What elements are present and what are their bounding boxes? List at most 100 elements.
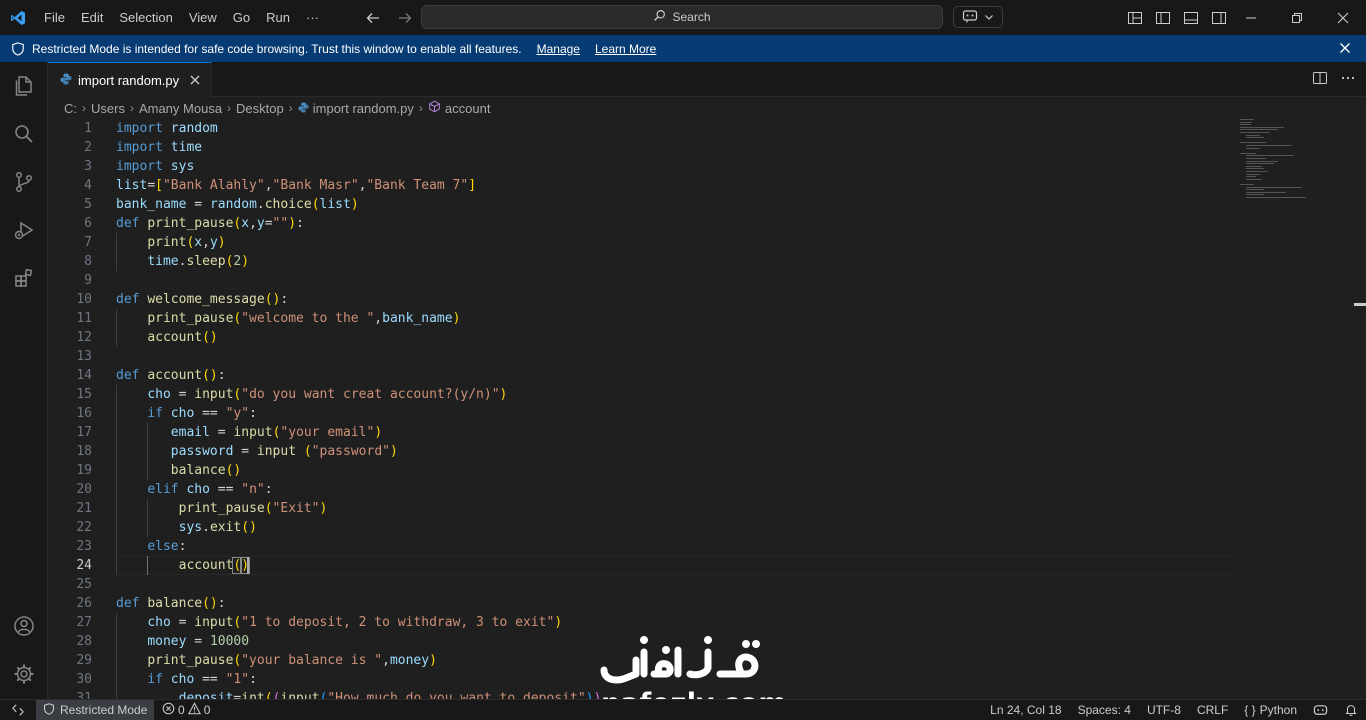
eol-setting[interactable]: CRLF — [1189, 700, 1236, 720]
line-number: 23 — [76, 539, 92, 554]
menu-more[interactable]: ··· — [298, 0, 327, 35]
accounts-icon[interactable] — [0, 602, 48, 650]
encoding-setting[interactable]: UTF-8 — [1139, 700, 1189, 720]
search-view-icon[interactable] — [0, 110, 48, 158]
scrollbar-cursor-marker — [1354, 303, 1366, 306]
line-number: 11 — [76, 311, 92, 326]
code-line: elif cho == "n": — [147, 482, 273, 497]
minimap-line — [1246, 176, 1256, 178]
minimap[interactable] — [1240, 119, 1350, 209]
code-line: import time — [116, 140, 203, 155]
minimap-line — [1240, 129, 1278, 131]
indentation-setting[interactable]: Spaces: 4 — [1070, 700, 1139, 720]
activity-bar — [0, 62, 48, 699]
language-braces-icon: { } — [1244, 703, 1256, 717]
menu-bar: File Edit Selection View Go Run ··· — [36, 0, 327, 35]
breadcrumb-file[interactable]: import random.py — [313, 101, 414, 116]
breadcrumb-symbol[interactable]: account — [445, 101, 491, 116]
editor-tab-bar: import random.py — [48, 62, 1366, 97]
line-number: 25 — [76, 577, 92, 592]
minimap-line — [1246, 155, 1294, 157]
breadcrumb-drive[interactable]: C: — [64, 101, 77, 116]
python-file-icon — [60, 73, 72, 88]
breadcrumb-user-folder[interactable]: Amany Mousa — [139, 101, 222, 116]
breadcrumb-desktop[interactable]: Desktop — [236, 101, 284, 116]
notifications-bell-icon[interactable] — [1336, 700, 1366, 720]
restore-icon[interactable] — [1274, 0, 1320, 35]
symbol-method-icon — [428, 100, 441, 116]
line-number: 8 — [84, 254, 92, 269]
manage-link[interactable]: Manage — [537, 42, 580, 56]
back-arrow-icon[interactable] — [362, 7, 384, 29]
toggle-primary-sidebar-icon[interactable] — [1152, 7, 1174, 29]
menu-view[interactable]: View — [181, 0, 225, 35]
customize-layout-icon[interactable] — [1124, 7, 1146, 29]
line-number: 21 — [76, 501, 92, 516]
more-actions-icon[interactable] — [1340, 70, 1356, 89]
forward-arrow-icon[interactable] — [394, 7, 416, 29]
minimap-line — [1246, 168, 1264, 170]
close-tab-icon[interactable] — [187, 72, 203, 88]
minimap-line — [1240, 121, 1252, 123]
minimap-line — [1240, 132, 1270, 133]
learn-more-link[interactable]: Learn More — [595, 42, 656, 56]
line-number: 15 — [76, 387, 92, 402]
settings-gear-icon[interactable] — [0, 650, 48, 698]
chevron-down-icon — [984, 10, 994, 25]
menu-selection[interactable]: Selection — [111, 0, 180, 35]
chevron-right-icon: › — [82, 101, 86, 115]
problems-indicator[interactable]: 0 0 — [162, 700, 210, 720]
line-number: 14 — [76, 368, 92, 383]
code-editor[interactable]: 1 2 3 4 5 6 7 8 9 10 11 12 13 14 15 16 17 18 19 20 21 22 23 24 2… — [48, 119, 1366, 699]
close-window-icon[interactable] — [1320, 0, 1366, 35]
line-number: 16 — [76, 406, 92, 421]
toggle-panel-icon[interactable] — [1180, 7, 1202, 29]
run-debug-icon[interactable] — [0, 206, 48, 254]
minimap-line — [1246, 158, 1266, 159]
code-line: cho = input("do you want creat account?(… — [147, 387, 508, 402]
menu-file[interactable]: File — [36, 0, 73, 35]
menu-run[interactable]: Run — [258, 0, 298, 35]
breadcrumb-users[interactable]: Users — [91, 101, 125, 116]
chevron-right-icon: › — [288, 101, 293, 115]
restricted-mode-label: Restricted Mode — [60, 703, 148, 717]
error-count: 0 — [178, 703, 185, 717]
current-line-highlight — [116, 556, 1231, 575]
toggle-secondary-sidebar-icon[interactable] — [1208, 7, 1230, 29]
minimap-line — [1240, 184, 1254, 185]
split-editor-icon[interactable] — [1312, 70, 1328, 89]
menu-go[interactable]: Go — [225, 0, 258, 35]
banner-message: Restricted Mode is intended for safe cod… — [32, 41, 522, 56]
code-line: bank_name = random.choice(list) — [116, 197, 359, 212]
editor-tab[interactable]: import random.py — [48, 62, 212, 97]
code-line: email = input("your email") — [170, 425, 383, 440]
minimap-line — [1246, 173, 1260, 175]
line-number: 31 — [76, 691, 92, 699]
code-line: password = input ("password") — [170, 444, 398, 459]
language-mode[interactable]: { } Python — [1236, 700, 1305, 720]
source-control-icon[interactable] — [0, 158, 48, 206]
command-search-box[interactable]: Search — [421, 5, 943, 29]
text-cursor — [247, 557, 249, 574]
minimap-line — [1246, 165, 1262, 167]
minimize-icon[interactable] — [1228, 0, 1274, 35]
line-number: 30 — [76, 672, 92, 687]
close-banner-icon[interactable] — [1337, 40, 1353, 56]
line-number: 22 — [76, 520, 92, 535]
explorer-icon[interactable] — [0, 62, 48, 110]
restricted-mode-indicator[interactable]: Restricted Mode — [36, 700, 155, 720]
code-line: else: — [147, 539, 187, 554]
cursor-position[interactable]: Ln 24, Col 18 — [982, 700, 1069, 720]
breadcrumb: C: › Users › Amany Mousa › Desktop › imp… — [64, 97, 490, 119]
extensions-icon[interactable] — [0, 254, 48, 302]
menu-edit[interactable]: Edit — [73, 0, 111, 35]
remote-indicator-icon[interactable] — [0, 700, 36, 720]
minimap-line — [1246, 145, 1292, 146]
code-line: deposit=int((input("How much do you want… — [178, 691, 602, 699]
copilot-button[interactable] — [953, 6, 1003, 28]
line-number: 27 — [76, 615, 92, 630]
code-line: account() — [178, 557, 251, 574]
code-line: import random — [116, 121, 218, 136]
copilot-status-icon[interactable] — [1305, 700, 1336, 720]
shield-icon — [11, 41, 25, 56]
